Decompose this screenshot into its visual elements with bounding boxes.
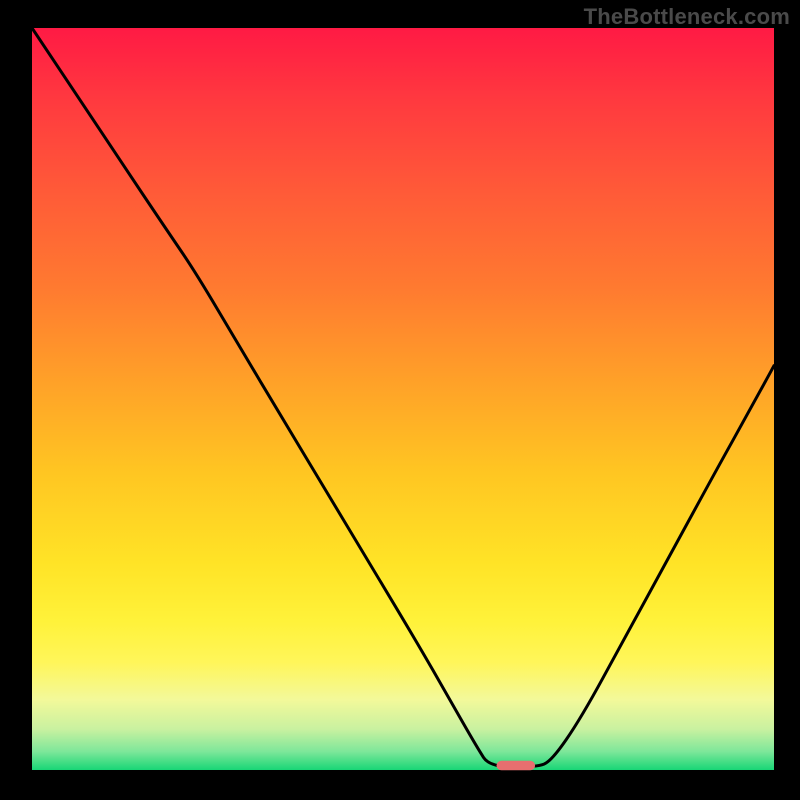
watermark-text: TheBottleneck.com [584, 4, 790, 30]
chart-frame: { "watermark": "TheBottleneck.com", "plo… [0, 0, 800, 800]
bottleneck-chart [0, 0, 800, 800]
optimal-marker [497, 761, 536, 771]
gradient-background [32, 28, 774, 770]
